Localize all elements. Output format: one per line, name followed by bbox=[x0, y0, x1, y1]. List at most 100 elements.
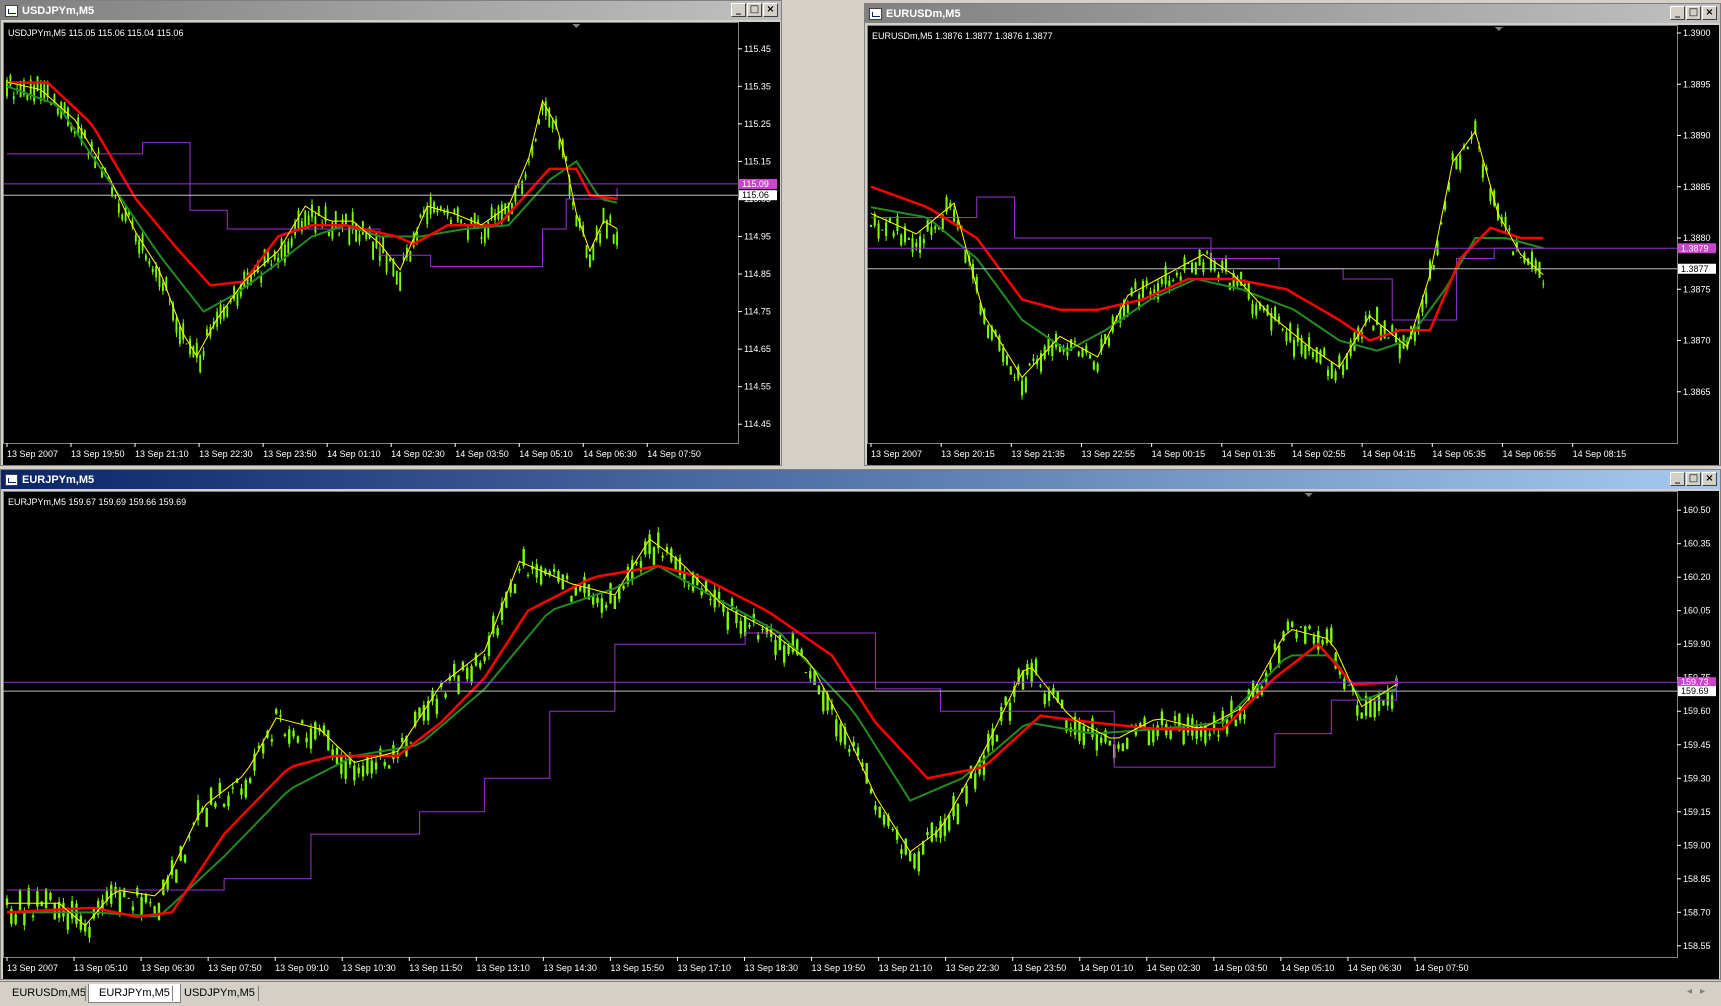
candle-body bbox=[140, 896, 143, 917]
candle-body bbox=[527, 161, 530, 163]
candle-body bbox=[965, 785, 968, 804]
x-tick-label: 13 Sep 19:50 bbox=[812, 963, 866, 973]
titlebar-usdjpy[interactable]: USDJPYm,M5 _ □ × bbox=[1, 1, 781, 20]
candle-body bbox=[338, 234, 341, 236]
candle-body bbox=[395, 270, 398, 285]
minimize-button[interactable]: _ bbox=[1670, 6, 1685, 20]
candle-body bbox=[1206, 251, 1209, 254]
tab-eurusd[interactable]: EURUSDm,M5 bbox=[2, 984, 96, 1003]
candle-body bbox=[494, 213, 496, 220]
y-tick-label: 158.85 bbox=[1683, 874, 1711, 884]
minimize-button[interactable]: _ bbox=[731, 3, 746, 17]
candle-body bbox=[292, 730, 295, 737]
green-ma-line bbox=[6, 85, 618, 313]
candle-body bbox=[919, 236, 922, 254]
candle-body bbox=[998, 335, 1001, 351]
candle-body bbox=[444, 693, 447, 698]
y-tick-label: 114.65 bbox=[744, 344, 771, 354]
y-tick-label: 1.3895 bbox=[1683, 79, 1711, 89]
candle-body bbox=[1028, 363, 1031, 366]
chart-usdjpy[interactable]: 115.45115.35115.25115.15115.05114.95114.… bbox=[3, 22, 780, 465]
candle-body bbox=[357, 767, 360, 774]
candle-body bbox=[283, 734, 287, 737]
y-tick-label: 115.35 bbox=[744, 81, 771, 91]
maximize-button[interactable]: □ bbox=[747, 3, 762, 17]
candle-body bbox=[209, 787, 213, 805]
chart-eurusd[interactable]: 1.3900 1.3895 1.3890 1.3885 1.3880 1.3875 1.38… bbox=[867, 25, 1719, 465]
minimize-button[interactable]: _ bbox=[1670, 472, 1685, 486]
candle-body bbox=[66, 911, 69, 930]
x-tick-label: 14 Sep 01:10 bbox=[1080, 963, 1134, 973]
candle-body bbox=[1130, 287, 1133, 296]
y-tick-label: 159.45 bbox=[1683, 740, 1711, 750]
tab-usdjpy[interactable]: USDJPYm,M5 bbox=[174, 984, 265, 1003]
candle-body bbox=[1092, 361, 1095, 370]
candle-body bbox=[409, 742, 412, 744]
close-button[interactable]: × bbox=[1702, 472, 1717, 486]
x-tick-label: 14 Sep 06:30 bbox=[583, 449, 637, 459]
window-usdjpy[interactable]: USDJPYm,M5 _ □ × 115.45 115.35 115.25 115.1… bbox=[0, 0, 782, 466]
candle-body bbox=[552, 568, 556, 573]
candle-body bbox=[450, 219, 452, 225]
tab-eurjpy[interactable]: EURJPYm,M5 bbox=[88, 984, 181, 1003]
maximize-button[interactable]: □ bbox=[1686, 472, 1701, 486]
candle-body bbox=[466, 667, 469, 680]
candle-body bbox=[275, 709, 278, 714]
candle-body bbox=[1360, 712, 1363, 719]
close-button[interactable]: × bbox=[763, 3, 778, 17]
y-tick-label: 1.3875 bbox=[1683, 284, 1711, 294]
y-tick-label: 1.3870 bbox=[1683, 336, 1711, 346]
maximize-button[interactable]: □ bbox=[1686, 6, 1701, 20]
x-tick-label: 13 Sep 21:10 bbox=[879, 963, 933, 973]
candle-body bbox=[1024, 377, 1027, 393]
candle-body bbox=[908, 851, 912, 861]
window-title: EURUSDm,M5 bbox=[886, 7, 961, 20]
x-tick-label: 13 Sep 23:50 bbox=[1013, 963, 1067, 973]
candles-group bbox=[869, 118, 1545, 400]
candle-body bbox=[136, 887, 139, 896]
candle-body bbox=[460, 219, 463, 224]
close-button[interactable]: × bbox=[1702, 6, 1717, 20]
candle-body bbox=[1013, 377, 1016, 379]
y-tick-label: 160.50 bbox=[1683, 505, 1711, 515]
x-tick-label: 13 Sep 06:30 bbox=[141, 963, 195, 973]
candle-body bbox=[1299, 626, 1303, 628]
candle-body bbox=[1382, 700, 1385, 706]
candle-body bbox=[809, 671, 812, 679]
window-eurjpy[interactable]: EURJPYm,M5 _ □ × 160.50 160.35 160.20 160.0… bbox=[0, 469, 1721, 980]
tab-scroll-arrows-icon[interactable]: ◂▸ bbox=[1687, 986, 1713, 997]
candle-body bbox=[365, 233, 368, 239]
y-tick-label: 115.25 bbox=[744, 119, 771, 129]
candle-body bbox=[148, 260, 151, 265]
candle-body bbox=[1039, 685, 1042, 687]
titlebar-eurusd[interactable]: EURUSDm,M5 _ □ × bbox=[865, 4, 1720, 23]
candle-body bbox=[848, 749, 851, 753]
candle-body bbox=[761, 629, 764, 631]
candle-body bbox=[361, 765, 365, 777]
candle-body bbox=[483, 656, 486, 662]
chart-eurjpy[interactable]: 160.50160.35160.20160.05159.90159.75159.… bbox=[3, 491, 1719, 979]
candle-body bbox=[539, 566, 543, 585]
candle-body bbox=[296, 736, 300, 743]
candle-body bbox=[236, 292, 239, 306]
candle-body bbox=[226, 306, 229, 317]
candle-body bbox=[426, 206, 429, 225]
x-tick-label: 13 Sep 07:50 bbox=[208, 963, 262, 973]
candle-body bbox=[331, 749, 334, 756]
candle-body bbox=[273, 251, 276, 260]
y-tick-label: 159.60 bbox=[1683, 706, 1711, 716]
window-title: EURJPYm,M5 bbox=[22, 473, 95, 486]
candle-body bbox=[185, 343, 188, 345]
candle-body bbox=[874, 805, 877, 811]
candle-body bbox=[199, 355, 202, 373]
candle-body bbox=[1304, 626, 1307, 644]
window-eurusd[interactable]: EURUSDm,M5 _ □ × 1.3900 1.3895 1.3890 1.388… bbox=[864, 3, 1721, 466]
candle-body bbox=[461, 661, 465, 671]
candle-body bbox=[589, 254, 591, 268]
y-tick-label: 1.3885 bbox=[1683, 182, 1711, 192]
candle-body bbox=[1086, 729, 1090, 731]
candle-body bbox=[88, 927, 91, 938]
candle-body bbox=[930, 227, 933, 235]
titlebar-eurjpy[interactable]: EURJPYm,M5 _ □ × bbox=[1, 470, 1720, 489]
candle-body bbox=[599, 233, 602, 244]
